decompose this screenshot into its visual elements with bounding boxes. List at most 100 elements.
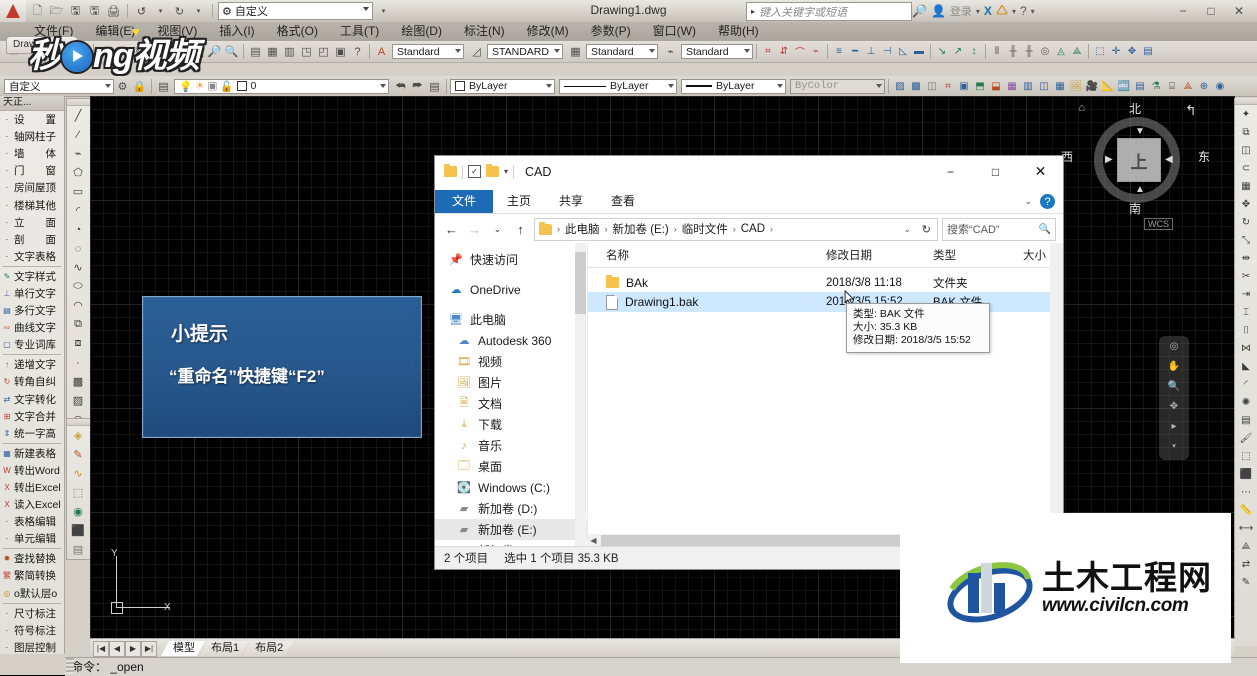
layout-tab-layout2[interactable]: 布局2 <box>243 641 293 656</box>
save-icon[interactable]: 🖫 <box>67 3 84 20</box>
layer-control-combo[interactable]: 💡 ☀ ▣ 🔓 0 <box>174 78 389 94</box>
nav-item-windows-c[interactable]: 💽 Windows (C:) <box>435 477 587 498</box>
command-line-grip[interactable] <box>66 658 74 674</box>
dim-aligned-icon[interactable]: ⇵ <box>776 44 792 59</box>
minimize-button[interactable]: − <box>1169 1 1197 21</box>
info-icon[interactable]: ◉ <box>1212 79 1228 94</box>
redo-icon[interactable]: ↻ <box>171 3 188 20</box>
chevron-down-icon[interactable]: ▾ <box>504 167 508 176</box>
tz-item-import-excel[interactable]: X 读入Excel <box>0 496 64 513</box>
stretch-icon[interactable]: ⇹ <box>1235 249 1257 267</box>
dim-space-icon[interactable]: ⊥ <box>863 44 879 59</box>
tab-file[interactable]: 文件 <box>435 190 494 213</box>
circle-icon[interactable]: ◔ <box>67 220 89 239</box>
chevron-down-icon[interactable]: ▾ <box>152 3 169 20</box>
dim-center-icon[interactable]: ╫ <box>1005 44 1021 59</box>
tz-item-find-replace[interactable]: ✹ 查找替换 <box>0 550 64 567</box>
edit-block-icon[interactable]: ⬛ <box>67 521 89 540</box>
table-style-icon[interactable]: ▦ <box>567 44 584 60</box>
column-date[interactable]: 修改日期 <box>826 247 872 263</box>
toolpalette-icon[interactable]: ▥ <box>281 44 298 60</box>
menu-item-window[interactable]: 窗口(W) <box>642 22 707 41</box>
table-insert-icon[interactable]: ▦ <box>1052 79 1068 94</box>
gradient-icon[interactable]: ▨ <box>67 391 89 410</box>
pan-icon[interactable]: ✋ <box>1159 356 1189 376</box>
text-style-combo[interactable]: Standard <box>392 44 464 59</box>
nav-pane-scroll-thumb[interactable] <box>575 252 586 314</box>
layer-make-current-icon[interactable]: ⮫ <box>409 78 426 94</box>
table-row[interactable]: Drawing1.bak 2018/3/5 15:52 BAK 文件 <box>588 292 1063 312</box>
point-icon[interactable]: · <box>67 353 89 372</box>
array-icon[interactable]: ▦ <box>1235 177 1257 195</box>
nav-item-videos[interactable]: 🎞 视频 <box>435 351 587 372</box>
chevron-down-icon[interactable]: ▾ <box>190 3 207 20</box>
zoom-window-icon[interactable]: 🔎 <box>206 44 223 60</box>
purge-icon[interactable]: ⚗ <box>1148 79 1164 94</box>
undo-icon[interactable]: ↺ <box>133 3 150 20</box>
viewport-icon[interactable]: ◫ <box>1036 79 1052 94</box>
image-attach-icon[interactable]: 🖼 <box>1068 79 1084 94</box>
nav-item-music[interactable]: ♪ 音乐 <box>435 435 587 456</box>
tz-item-dimension[interactable]: · 尺寸标注 <box>0 605 64 622</box>
revcloud-icon[interactable]: ◌ <box>67 239 89 258</box>
toolbar-grip[interactable] <box>67 419 91 426</box>
ellipse-arc-icon[interactable]: ◠ <box>67 296 89 315</box>
measure-icon[interactable]: 📐 <box>1100 79 1116 94</box>
arrow-down-icon[interactable]: ▼ <box>1135 126 1145 137</box>
extend-icon[interactable]: ⇥ <box>1235 285 1257 303</box>
tz-item-export-excel[interactable]: X 转出Excel <box>0 479 64 496</box>
offset-icon[interactable]: ⊂ <box>1235 159 1257 177</box>
trim-icon[interactable]: ✂ <box>1235 267 1257 285</box>
help-icon[interactable]: ? <box>1020 4 1027 18</box>
arrow-left-icon[interactable]: ◀ <box>1165 154 1173 165</box>
dim-oblique-icon[interactable]: ╫ <box>1021 44 1037 59</box>
text-style-icon[interactable]: A <box>373 44 390 60</box>
dim-radius-icon[interactable]: ◎ <box>1037 44 1053 59</box>
nav-item-volume-d[interactable]: ▰ 新加卷 (D:) <box>435 498 587 519</box>
column-name[interactable]: 名称 <box>606 247 629 263</box>
erase-icon[interactable]: ✦ <box>1235 105 1257 123</box>
layer-delete-icon[interactable]: ⬒ <box>972 79 988 94</box>
workspace-combo-2[interactable]: 自定义 <box>4 78 114 94</box>
tz-item-text-convert[interactable]: ⇄ 文字转化 <box>0 391 64 408</box>
layer-previous-icon[interactable]: ⮪ <box>392 78 409 94</box>
chevron-down-icon[interactable]: ▾ <box>1159 436 1189 456</box>
nav-item-documents[interactable]: 🗎 文档 <box>435 393 587 414</box>
column-type[interactable]: 类型 <box>933 247 956 263</box>
explode-icon[interactable]: ✺ <box>1235 393 1257 411</box>
line-icon[interactable]: ╱ <box>67 106 89 125</box>
edit-xref-icon[interactable]: ▤ <box>67 540 89 559</box>
help-icon[interactable]: ? <box>1040 194 1055 209</box>
layer-translate-icon[interactable]: ▥ <box>1020 79 1036 94</box>
nav-item-this-pc[interactable]: 🖥 此电脑 <box>435 309 587 330</box>
properties-icon[interactable]: ▤ <box>247 44 264 60</box>
breadcrumb[interactable]: › 此电脑 › 新加卷 (E:) › 临时文件 › CAD › ⌄ ↻ <box>534 217 938 241</box>
layer-state-icon[interactable]: ▦ <box>1004 79 1020 94</box>
chamfer-icon[interactable]: ◣ <box>1235 357 1257 375</box>
mirror-icon[interactable]: ◫ <box>1235 141 1257 159</box>
breadcrumb-cad[interactable]: CAD <box>741 223 765 235</box>
menu-item-modify[interactable]: 修改(M) <box>516 22 580 41</box>
move-icon[interactable]: ✥ <box>1235 195 1257 213</box>
dim-text-edit-icon[interactable]: ✥ <box>1124 44 1140 59</box>
make-block-icon[interactable]: ⧈ <box>67 334 89 353</box>
divide-icon[interactable]: ⋯ <box>1235 483 1257 501</box>
mleader-align-icon[interactable]: ↕ <box>966 44 982 59</box>
matchprop-icon[interactable]: 🖌 <box>1235 429 1257 447</box>
menu-item-tools[interactable]: 工具(T) <box>329 22 390 41</box>
copy-icon[interactable]: ⧉ <box>1235 123 1257 141</box>
tz-item-dictionary[interactable]: ▢ 专业词库 <box>0 336 64 353</box>
tz-item-new-table[interactable]: ▦ 新建表格 <box>0 445 64 462</box>
tab-view[interactable]: 查看 <box>597 190 649 213</box>
dim-linear-icon[interactable]: ⌗ <box>760 44 776 59</box>
tz-item-export-word[interactable]: W 转出Word <box>0 462 64 479</box>
infocenter-search-input[interactable]: ▸ 键入关键字或短语 <box>746 2 912 21</box>
nav-item-desktop[interactable]: 🗔 桌面 <box>435 456 587 477</box>
explorer-minimize-button[interactable]: − <box>928 156 973 187</box>
folder-icon[interactable] <box>444 164 457 177</box>
rotate-ccw-icon[interactable]: ↰ <box>1185 102 1197 119</box>
tz-item-elevation[interactable]: · 立 面 <box>0 214 64 231</box>
menu-item-draw[interactable]: 绘图(D) <box>390 22 453 41</box>
dim-continue-icon[interactable]: ━ <box>847 44 863 59</box>
layer-merge-icon[interactable]: ▣ <box>956 79 972 94</box>
